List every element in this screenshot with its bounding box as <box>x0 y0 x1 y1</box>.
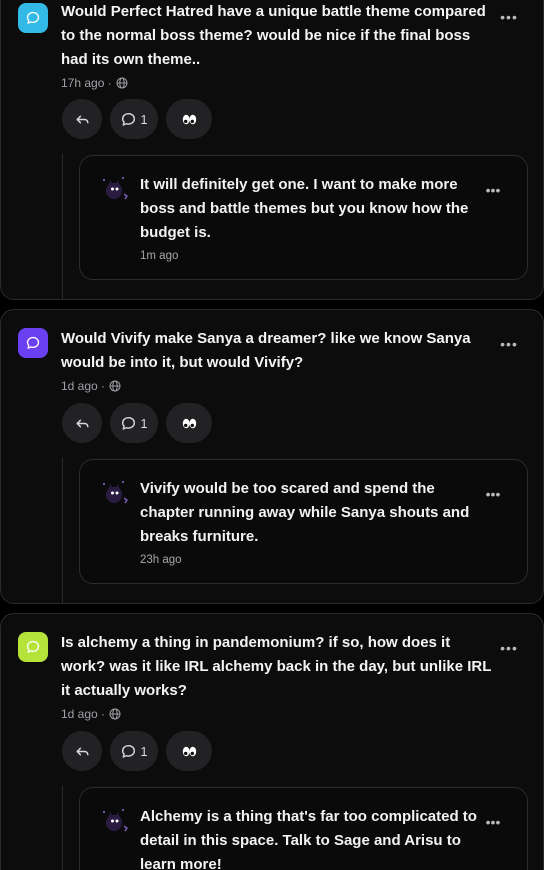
comments-button[interactable]: 1 <box>110 731 158 771</box>
globe-icon <box>109 380 121 392</box>
more-options-icon[interactable]: ••• <box>499 337 519 351</box>
question-card: Is alchemy a thing in pandemonium? if so… <box>0 613 544 870</box>
comment-count: 1 <box>140 743 148 759</box>
comments-button[interactable]: 1 <box>110 403 158 443</box>
reply-more-options-icon[interactable]: ••• <box>483 487 503 501</box>
reply-button[interactable] <box>62 99 102 139</box>
post-time: 1d ago · <box>61 707 106 721</box>
globe-icon <box>109 708 121 720</box>
eyes-emoji-icon <box>182 114 196 124</box>
reply-arrow-icon <box>75 115 89 123</box>
eyes-reaction-button[interactable] <box>166 403 212 443</box>
creator-avatar <box>103 809 128 832</box>
question-text: Would Vivify make Sanya a dreamer? like … <box>61 330 471 371</box>
globe-icon <box>116 77 128 89</box>
thread-line <box>62 458 63 603</box>
reply-card: Vivify would be too scared and spend the… <box>79 459 528 584</box>
question-text: Is alchemy a thing in pandemonium? if so… <box>61 634 492 699</box>
comment-bubble-icon <box>122 416 136 430</box>
eyes-emoji-icon <box>182 746 196 756</box>
eyes-reaction-button[interactable] <box>166 731 212 771</box>
reply-more-options-icon[interactable]: ••• <box>483 183 503 197</box>
reply-text: It will definitely get one. I want to ma… <box>140 176 469 241</box>
post-meta: 17h ago · <box>61 76 128 90</box>
reply-more-options-icon[interactable]: ••• <box>483 815 503 829</box>
question-bubble-icon <box>18 328 48 358</box>
reply-text: Alchemy is a thing that's far too compli… <box>140 808 477 870</box>
creator-avatar <box>103 481 128 504</box>
reply-button[interactable] <box>62 403 102 443</box>
post-time: 1d ago · <box>61 379 106 393</box>
question-bubble-icon <box>18 3 48 33</box>
eyes-reaction-button[interactable] <box>166 99 212 139</box>
question-bubble-icon <box>18 632 48 662</box>
comment-count: 1 <box>140 415 148 431</box>
more-options-icon[interactable]: ••• <box>499 641 519 655</box>
reply-button[interactable] <box>62 731 102 771</box>
reply-card: Alchemy is a thing that's far too compli… <box>79 787 528 870</box>
question-card: Would Perfect Hatred have a unique battl… <box>0 0 544 300</box>
creator-avatar <box>103 177 128 200</box>
reply-time: 1m ago <box>140 250 179 262</box>
comments-button[interactable]: 1 <box>110 99 158 139</box>
more-options-icon[interactable]: ••• <box>499 10 519 24</box>
reply-arrow-icon <box>75 747 89 755</box>
reply-card: It will definitely get one. I want to ma… <box>79 155 528 280</box>
post-meta: 1d ago · <box>61 707 121 721</box>
post-meta: 1d ago · <box>61 379 121 393</box>
reply-text: Vivify would be too scared and spend the… <box>140 480 470 545</box>
comment-bubble-icon <box>122 744 136 758</box>
question-text: Would Perfect Hatred have a unique battl… <box>61 3 486 68</box>
thread-line <box>62 154 63 299</box>
comment-count: 1 <box>140 111 148 127</box>
reply-time: 23h ago <box>140 554 182 566</box>
eyes-emoji-icon <box>182 418 196 428</box>
post-time: 17h ago · <box>61 76 112 90</box>
question-card: Would Vivify make Sanya a dreamer? like … <box>0 309 544 604</box>
reply-arrow-icon <box>75 419 89 427</box>
thread-line <box>62 786 63 870</box>
comment-bubble-icon <box>122 112 136 126</box>
